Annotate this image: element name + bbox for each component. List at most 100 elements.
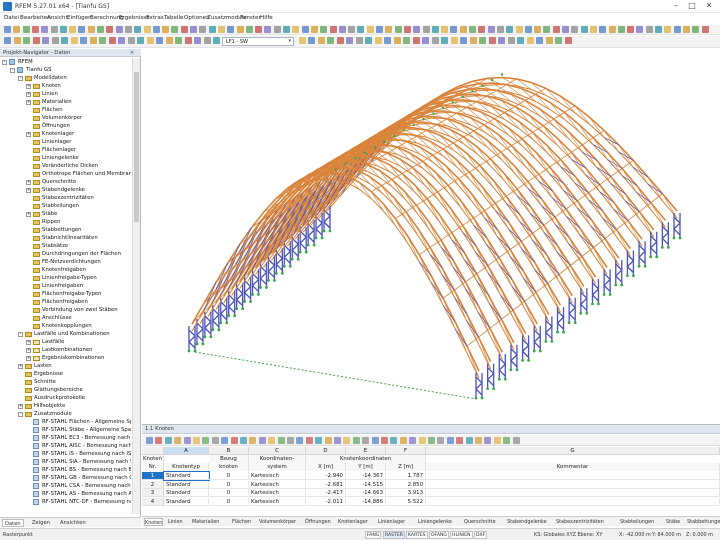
toolbar-icon[interactable]: [52, 37, 59, 44]
minimize-button[interactable]: –: [670, 2, 682, 11]
toolbar-icon[interactable]: [339, 26, 346, 33]
tree-item[interactable]: Flächenfreigaben: [0, 298, 131, 306]
table-tool-icon[interactable]: [334, 437, 341, 444]
table-tab-0[interactable]: Knoten: [144, 518, 163, 526]
toolbar-icon[interactable]: [451, 37, 458, 44]
cell-y[interactable]: -14.367: [346, 472, 386, 480]
tree-item[interactable]: RF-STAHL AISC - Bemessung nach AIS: [0, 442, 131, 450]
toolbar-icon[interactable]: [404, 26, 411, 33]
table-tool-icon[interactable]: [268, 437, 275, 444]
toolbar-icon[interactable]: [489, 37, 496, 44]
toolbar-icon[interactable]: [61, 37, 68, 44]
tree-item[interactable]: RF-STAHL Flächen - Allgemeine Spann: [0, 418, 131, 426]
toolbar-icon[interactable]: [109, 37, 116, 44]
tree-item[interactable]: Öffnungen: [0, 122, 131, 130]
table-tab-6[interactable]: Knotenlager: [338, 518, 368, 526]
toolbar-icon[interactable]: [517, 37, 524, 44]
cell-bezug[interactable]: 0: [209, 481, 249, 489]
tree-item[interactable]: +Stäbe: [0, 210, 131, 218]
table-tab-12[interactable]: Stabteilungen: [620, 518, 654, 526]
toolbar-icon[interactable]: [209, 26, 216, 33]
toolbar-icon[interactable]: [385, 26, 392, 33]
tree-expander-icon[interactable]: +: [26, 92, 31, 97]
model-viewport[interactable]: [142, 49, 720, 422]
tree-item[interactable]: +Hilfsobjekte: [0, 402, 131, 410]
cell-bezug[interactable]: 0: [209, 472, 249, 480]
tree-item[interactable]: Linienfreigaben: [0, 282, 131, 290]
cell-system[interactable]: Kartesisch: [249, 481, 306, 489]
toolbar-icon[interactable]: [41, 26, 48, 33]
column-letter-f[interactable]: F: [386, 447, 426, 455]
column-letter-e[interactable]: E: [346, 447, 386, 455]
toolbar-icon[interactable]: [78, 26, 85, 33]
tree-expander-icon[interactable]: -: [10, 68, 15, 73]
table-tool-icon[interactable]: [184, 437, 191, 444]
toolbar-icon[interactable]: [498, 37, 505, 44]
toolbar-icon[interactable]: [311, 26, 318, 33]
cell-z[interactable]: 1.787: [386, 472, 426, 480]
row-number[interactable]: 1: [142, 472, 164, 480]
table-tool-icon[interactable]: [231, 437, 238, 444]
tab-zeigen[interactable]: Zeigen: [30, 519, 52, 527]
tree-expander-icon[interactable]: -: [18, 412, 23, 417]
toolbar-icon[interactable]: [655, 26, 662, 33]
table-tool-icon[interactable]: [484, 437, 491, 444]
menu-hilfe[interactable]: Hilfe: [260, 15, 273, 21]
tree-item[interactable]: RF-STAHL AS - Bemessung nach AS: [0, 490, 131, 498]
menu-einfuegen[interactable]: Einfügen: [67, 15, 92, 21]
tree-item[interactable]: Schnitte: [0, 378, 131, 386]
tree-expander-icon[interactable]: +: [26, 340, 31, 345]
table-tool-icon[interactable]: [193, 437, 200, 444]
toolbar-icon[interactable]: [674, 26, 681, 33]
toolbar-icon[interactable]: [357, 26, 364, 33]
table-tool-icon[interactable]: [390, 437, 397, 444]
table-tool-icon[interactable]: [306, 437, 313, 444]
cell-y[interactable]: -14.663: [346, 489, 386, 497]
toolbar-icon[interactable]: [190, 26, 197, 33]
close-icon[interactable]: ✕: [130, 50, 134, 56]
toolbar-icon[interactable]: [137, 37, 144, 44]
table-tool-icon[interactable]: [343, 437, 350, 444]
snap-toggle[interactable]: FANG: [365, 531, 381, 539]
toolbar-icon[interactable]: [134, 26, 141, 33]
tree-expander-icon[interactable]: -: [18, 76, 23, 81]
cell-typ[interactable]: Standard: [164, 498, 209, 506]
cell-z[interactable]: 2.850: [386, 481, 426, 489]
table-tool-icon[interactable]: [475, 437, 482, 444]
toolbar-icon[interactable]: [218, 26, 225, 33]
scrollbar-thumb[interactable]: [134, 72, 139, 222]
toolbar-icon[interactable]: [546, 37, 553, 44]
toolbar-icon[interactable]: [646, 26, 653, 33]
tree-item[interactable]: +Querschnitte: [0, 178, 131, 186]
loadcase-select[interactable]: LF1 - SW ▾: [222, 37, 294, 46]
table-tool-icon[interactable]: [287, 437, 294, 444]
toolbar-icon[interactable]: [116, 26, 123, 33]
toolbar-icon[interactable]: [375, 37, 382, 44]
tree-item[interactable]: Stabexzentrizitäten: [0, 194, 131, 202]
tree-expander-icon[interactable]: -: [2, 60, 7, 65]
toolbar-icon[interactable]: [394, 37, 401, 44]
toolbar-icon[interactable]: [166, 37, 173, 44]
toolbar-icon[interactable]: [320, 26, 327, 33]
table-tool-icon[interactable]: [240, 437, 247, 444]
toolbar-icon[interactable]: [156, 37, 163, 44]
tab-ansichten[interactable]: Ansichten: [58, 519, 88, 527]
toolbar-icon[interactable]: [327, 37, 334, 44]
tree-item[interactable]: RF-STAHL IS - Bemessung nach IS: [0, 450, 131, 458]
toolbar-icon[interactable]: [562, 26, 569, 33]
toolbar-icon[interactable]: [478, 26, 485, 33]
table-tool-icon[interactable]: [428, 437, 435, 444]
table-tool-icon[interactable]: [362, 437, 369, 444]
tree-item[interactable]: Linienfreigabe-Typen: [0, 274, 131, 282]
cell-system[interactable]: Kartesisch: [249, 498, 306, 506]
dxf-toggle[interactable]: DXF: [474, 531, 487, 539]
tree-item[interactable]: RF-STAHL EC3 - Bemessung nach Euro: [0, 434, 131, 442]
cell-system[interactable]: Kartesisch: [249, 489, 306, 497]
toolbar-icon[interactable]: [423, 26, 430, 33]
tree-item[interactable]: Ausdruckprotokolle: [0, 394, 131, 402]
table-tool-icon[interactable]: [249, 437, 256, 444]
toolbar-icon[interactable]: [185, 37, 192, 44]
tree-item[interactable]: Knotenfreigaben: [0, 266, 131, 274]
table-tool-icon[interactable]: [503, 437, 510, 444]
toolbar-icon[interactable]: [683, 26, 690, 33]
